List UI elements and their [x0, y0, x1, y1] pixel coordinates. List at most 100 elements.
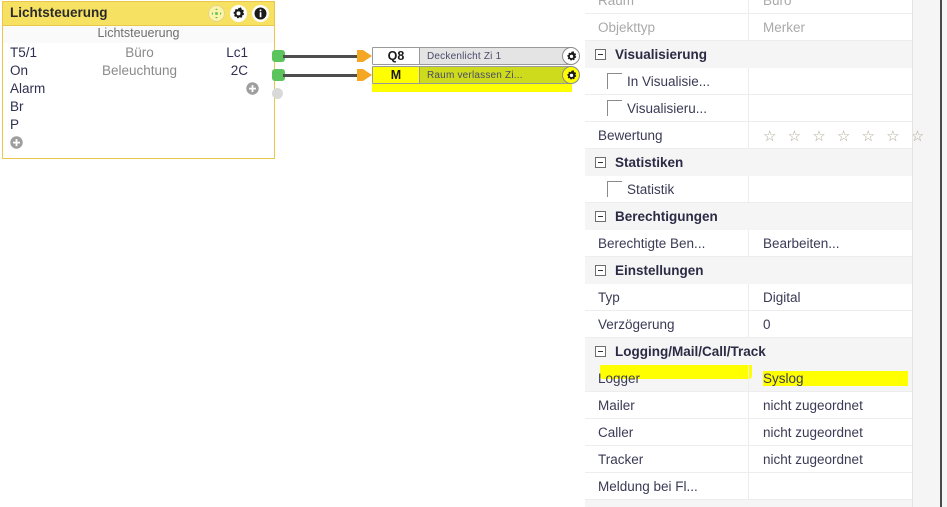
property-label: Berechtigte Ben... [598, 235, 706, 251]
expander-minus-icon[interactable] [595, 265, 606, 276]
property-label: Typ [598, 289, 620, 305]
property-label: Tracker [598, 451, 644, 467]
property-value[interactable]: Büro [763, 0, 908, 8]
function-block-body: T5/1 On Alarm Br P Büro Beleuchtung Lc1 … [3, 43, 274, 158]
function-block-title-icons [208, 5, 269, 22]
row-divider [748, 311, 749, 338]
row-divider [748, 0, 749, 14]
property-group-8[interactable]: Berechtigungen [585, 203, 912, 230]
info-icon[interactable] [252, 5, 269, 22]
wire-1-arrowhead [363, 69, 372, 81]
property-row-1[interactable]: Objekttyp Merker [585, 14, 912, 41]
property-value[interactable]: Digital [763, 290, 908, 305]
block-input-2[interactable]: Alarm [10, 81, 45, 96]
property-group-13[interactable]: Logging/Mail/Call/Track [585, 338, 912, 365]
row-divider [748, 419, 749, 446]
row-divider [748, 176, 749, 203]
property-row-15[interactable]: Mailer nicht zugeordnet [585, 392, 912, 419]
property-row-18[interactable]: Meldung bei Fl... [585, 473, 912, 500]
highlighter-stripe-connector [372, 84, 572, 92]
connector-key-1[interactable]: M [373, 67, 420, 83]
property-value[interactable]: nicht zugeordnet [763, 452, 908, 467]
wire-0-arrowhead [363, 50, 372, 62]
property-group-2[interactable]: Visualisierung [585, 41, 912, 68]
property-row-14[interactable]: Logger Syslog [585, 365, 912, 392]
row-divider [748, 446, 749, 473]
block-output-0[interactable]: Lc1 [226, 45, 248, 60]
property-row-12[interactable]: Verzögerung 0 [585, 311, 912, 338]
block-output-1[interactable]: 2C [231, 63, 248, 78]
wire-1 [283, 74, 358, 77]
property-label: Logger [598, 370, 641, 386]
add-input-icon[interactable] [10, 136, 23, 149]
property-row-17[interactable]: Tracker nicht zugeordnet [585, 446, 912, 473]
property-panel[interactable]: Raum Büro Objekttyp Merker Visualisierung In … [585, 0, 947, 507]
gear-icon[interactable] [562, 66, 580, 84]
property-value[interactable]: nicht zugeordnet [763, 398, 908, 413]
property-label: Verzögerung [598, 316, 675, 332]
function-block-titlebar[interactable]: Lichtsteuerung [3, 2, 274, 26]
output-port-placeholder[interactable] [272, 88, 283, 99]
property-group-10[interactable]: Einstellungen [585, 257, 912, 284]
property-label: Statistik [627, 181, 675, 197]
property-row-7[interactable]: Statistik [585, 176, 912, 203]
property-value[interactable]: Bearbeiten... [763, 236, 908, 251]
property-row-9[interactable]: Berechtigte Ben... Bearbeiten... [585, 230, 912, 257]
property-label: Visualisieru... [627, 100, 708, 116]
panel-right-edge [940, 0, 942, 507]
property-value[interactable]: Merker [763, 20, 908, 35]
row-divider [748, 392, 749, 419]
block-input-4[interactable]: P [10, 117, 19, 132]
function-block-subtitle: Lichtsteuerung [97, 26, 180, 40]
checkbox[interactable] [607, 73, 622, 89]
property-label: Caller [598, 424, 634, 440]
move-icon[interactable] [208, 5, 225, 22]
row-divider [748, 284, 749, 311]
property-label: Mailer [598, 397, 635, 413]
logic-canvas[interactable]: Lichtsteuerung Lichtsteuerung T5/1 On Al… [0, 0, 585, 507]
add-output-icon[interactable] [246, 82, 259, 95]
row-divider [748, 230, 749, 257]
property-row-3[interactable]: In Visualisie... [585, 68, 912, 95]
connector-key-0[interactable]: Q8 [373, 48, 420, 64]
block-input-3[interactable]: Br [10, 99, 24, 114]
rating-stars[interactable]: ☆ ☆ ☆ ☆ ☆ ☆ ☆ [763, 127, 928, 145]
connector-label-1[interactable]: Raum verlassen Zi... [420, 67, 571, 83]
connector-row-1[interactable]: M Raum verlassen Zi... [372, 66, 580, 84]
row-divider [748, 14, 749, 41]
property-label: Raum [598, 0, 635, 8]
checkbox[interactable] [607, 100, 622, 116]
property-group-label: Logging/Mail/Call/Track [615, 344, 766, 359]
property-row-0[interactable]: Raum Büro [585, 0, 912, 14]
property-group-label: Statistiken [615, 155, 684, 170]
row-divider [748, 68, 749, 95]
function-block-title: Lichtsteuerung [10, 5, 108, 20]
property-row-5[interactable]: Bewertung ☆ ☆ ☆ ☆ ☆ ☆ ☆ [585, 122, 924, 149]
checkbox[interactable] [607, 181, 622, 197]
property-group-6[interactable]: Statistiken [585, 149, 912, 176]
row-divider [748, 473, 749, 500]
property-value[interactable]: nicht zugeordnet [763, 425, 908, 440]
expander-minus-icon[interactable] [595, 157, 606, 168]
connector-label-0[interactable]: Deckenlicht Zi 1 [420, 48, 571, 64]
gear-icon[interactable] [562, 47, 580, 65]
gear-icon[interactable] [230, 5, 247, 22]
row-divider [748, 95, 749, 122]
property-row-11[interactable]: Typ Digital [585, 284, 912, 311]
function-block-subtitle-row: Lichtsteuerung [3, 26, 274, 43]
property-label: Bewertung [598, 127, 663, 143]
screen-root: Lichtsteuerung Lichtsteuerung T5/1 On Al… [0, 0, 947, 507]
row-divider [748, 365, 749, 392]
expander-minus-icon[interactable] [595, 211, 606, 222]
property-value[interactable]: Syslog [763, 370, 908, 386]
property-row-4[interactable]: Visualisieru... [585, 95, 912, 122]
connector-row-0[interactable]: Q8 Deckenlicht Zi 1 [372, 47, 580, 65]
property-group-label: Visualisierung [615, 47, 708, 62]
property-column-divider [912, 0, 913, 507]
property-value[interactable]: 0 [763, 317, 908, 332]
property-row-16[interactable]: Caller nicht zugeordnet [585, 419, 912, 446]
function-block-lichtsteuerung[interactable]: Lichtsteuerung Lichtsteuerung T5/1 On Al… [2, 1, 275, 159]
expander-minus-icon[interactable] [595, 346, 606, 357]
expander-minus-icon[interactable] [595, 49, 606, 60]
property-group-label: Einstellungen [615, 263, 704, 278]
